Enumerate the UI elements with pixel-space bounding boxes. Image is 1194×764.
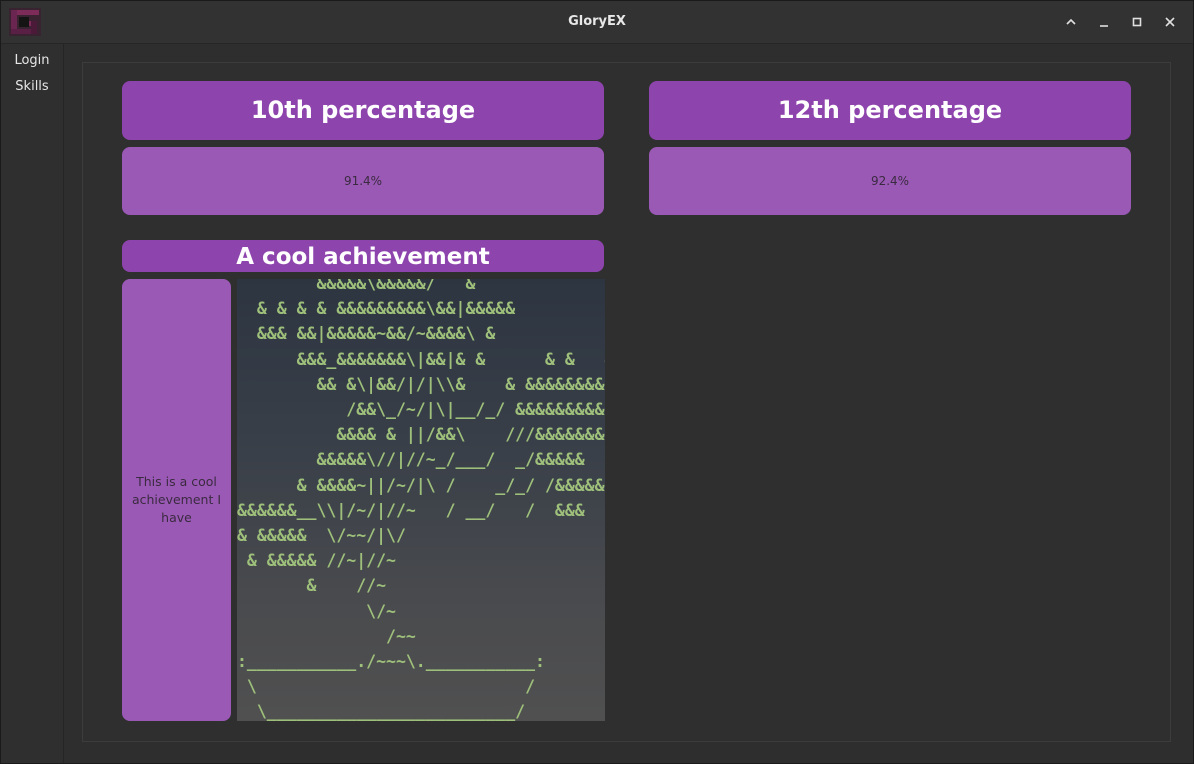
twelfth-percentage-title: 12th percentage: [649, 81, 1131, 140]
sidebar-item-login[interactable]: Login: [1, 52, 63, 70]
achievement-description: This is a cool achievement I have: [122, 279, 231, 721]
tenth-percentage-value: 91.4%: [122, 147, 604, 215]
window-title: GloryEX: [568, 14, 626, 29]
app-window: GloryEX Login Skills 10th percentage 91.…: [0, 0, 1194, 764]
twelfth-percentage-value: 92.4%: [649, 147, 1131, 215]
close-button[interactable]: [1160, 12, 1180, 32]
title-bar[interactable]: GloryEX: [1, 1, 1193, 44]
maximize-button[interactable]: [1127, 12, 1147, 32]
minimize-button[interactable]: [1094, 12, 1114, 32]
close-icon: [1165, 17, 1175, 27]
achievement-description-text: This is a cool achievement I have: [131, 474, 222, 525]
sidebar: Login Skills: [1, 44, 64, 763]
keep-above-button[interactable]: [1061, 12, 1081, 32]
chevron-up-icon: [1066, 18, 1076, 25]
maximize-icon: [1132, 17, 1142, 27]
ascii-art: &&&&&\&&&&&/ & & & & & &&&&&&&&&\&&|&&&&…: [237, 279, 605, 721]
tenth-percentage-title: 10th percentage: [122, 81, 604, 140]
sidebar-item-skills[interactable]: Skills: [1, 78, 63, 96]
achievement-title: A cool achievement: [122, 240, 604, 272]
achievement-image: &&&&&\&&&&&/ & & & & & &&&&&&&&&\&&|&&&&…: [237, 279, 605, 721]
minimize-icon: [1100, 25, 1108, 27]
content-panel: 10th percentage 91.4% 12th percentage 92…: [82, 62, 1171, 742]
